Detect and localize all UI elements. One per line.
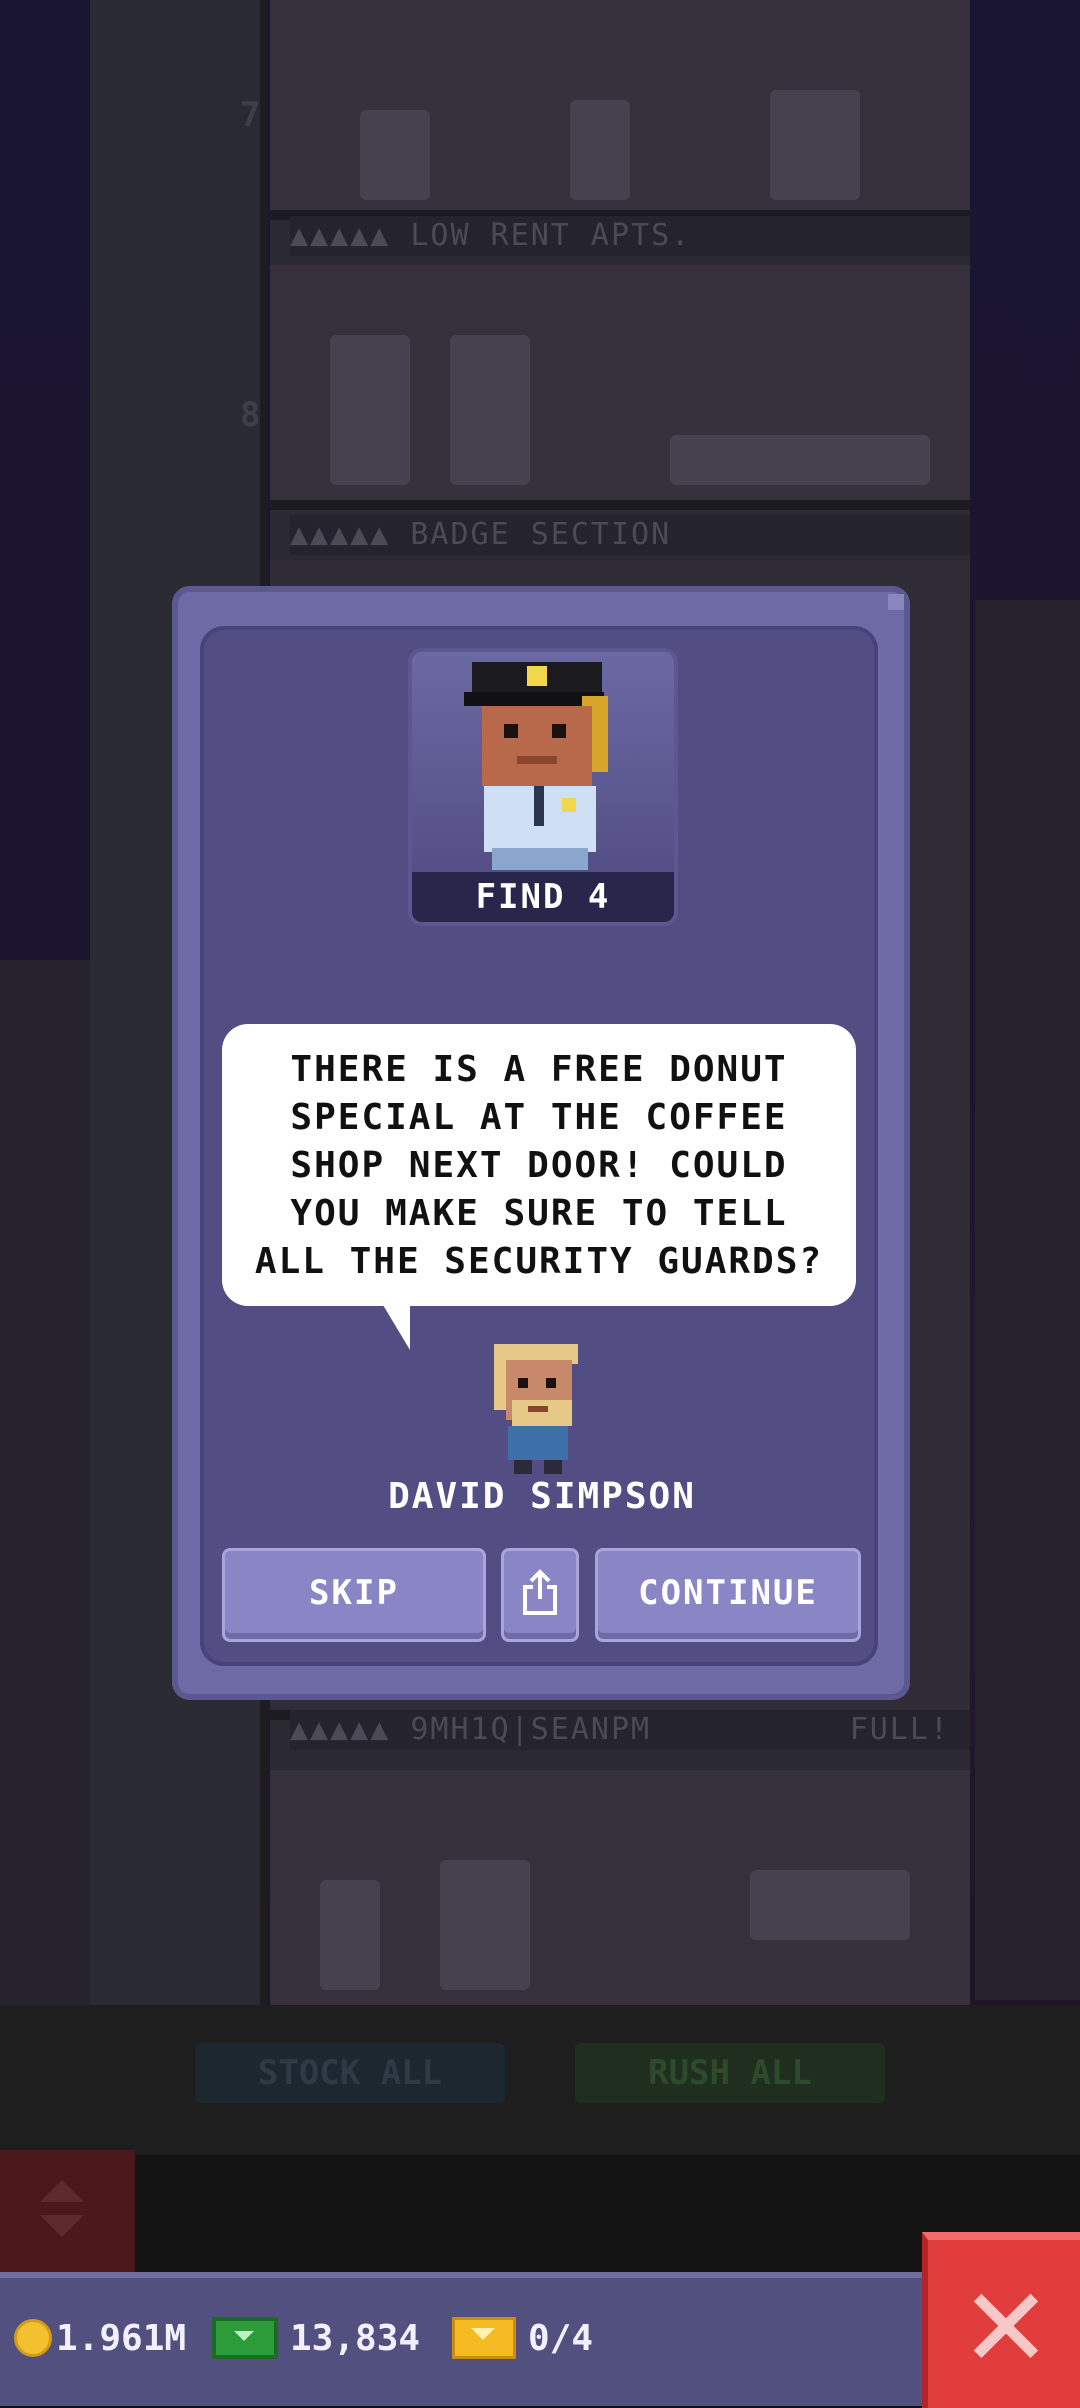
tickets-value: 0/4 — [528, 2317, 594, 2359]
close-icon: ✕ — [959, 2264, 1053, 2392]
floor-label: ▲▲▲▲▲ 9MH1Q|SEANPM FULL! — [290, 1710, 970, 1750]
bux-stat[interactable]: 13,834 — [212, 2308, 420, 2368]
floor-low-rent-apts[interactable] — [270, 0, 970, 220]
neighbor-building — [0, 960, 90, 2010]
tickets-stat[interactable]: 0/4 — [452, 2308, 593, 2368]
speech-bubble: THERE IS A FREE DONUT SPECIAL AT THE COF… — [222, 1024, 856, 1306]
security-guard-icon — [464, 662, 608, 870]
bux-value: 13,834 — [290, 2317, 421, 2359]
arrow-up-icon — [40, 2180, 84, 2202]
floor-status: FULL! — [849, 1712, 950, 1747]
speaker-avatar-icon — [494, 1344, 578, 1474]
floor-label: ▲▲▲▲▲ BADGE SECTION — [290, 515, 970, 555]
close-button[interactable]: ✕ — [922, 2232, 1080, 2408]
floor-badge-section[interactable] — [270, 265, 970, 510]
target-portrait: FIND 4 — [408, 648, 678, 926]
couch — [670, 435, 930, 485]
lower-strip — [0, 2155, 1080, 2275]
coin-icon — [14, 2319, 52, 2357]
rush-all-button[interactable]: RUSH ALL — [575, 2043, 885, 2103]
neighbor-building — [975, 600, 1080, 2000]
continue-button[interactable]: CONTINUE — [595, 1548, 861, 1642]
resident — [440, 1860, 530, 1990]
floor-label: ▲▲▲▲▲ LOW RENT APTS. — [290, 216, 970, 256]
skip-button[interactable]: SKIP — [222, 1548, 486, 1642]
find-count-label: FIND 4 — [412, 872, 674, 922]
dialog-corner — [888, 594, 904, 610]
share-icon — [523, 1569, 557, 1615]
door — [330, 335, 410, 485]
floor-number: 7 — [240, 95, 261, 135]
resident — [570, 100, 630, 200]
share-button[interactable] — [501, 1548, 579, 1642]
floor-lobby[interactable] — [270, 1770, 970, 2015]
floor-number: 8 — [240, 395, 261, 435]
floor-label-text: ▲▲▲▲▲ 9MH1Q|SEANPM — [290, 1712, 652, 1747]
resident — [770, 90, 860, 200]
mission-message: THERE IS A FREE DONUT SPECIAL AT THE COF… — [254, 1049, 824, 1282]
door — [450, 335, 530, 485]
bottom-status-bar: 1.961M 13,834 0/4 — [0, 2272, 925, 2406]
speaker-name: DAVID SIMPSON — [388, 1476, 696, 1517]
street — [0, 2005, 1080, 2155]
resident — [360, 110, 430, 200]
speech-bubble-tail — [380, 1300, 410, 1350]
resident — [320, 1880, 380, 1990]
computer-desk — [750, 1870, 910, 1940]
bux-icon — [212, 2317, 278, 2359]
stock-all-button[interactable]: STOCK ALL — [195, 2043, 505, 2103]
coins-stat[interactable]: 1.961M — [14, 2308, 186, 2368]
elevator-control-button[interactable] — [0, 2150, 135, 2275]
arrow-down-icon — [40, 2215, 84, 2237]
ticket-icon — [452, 2317, 516, 2359]
coins-value: 1.961M — [56, 2317, 187, 2359]
